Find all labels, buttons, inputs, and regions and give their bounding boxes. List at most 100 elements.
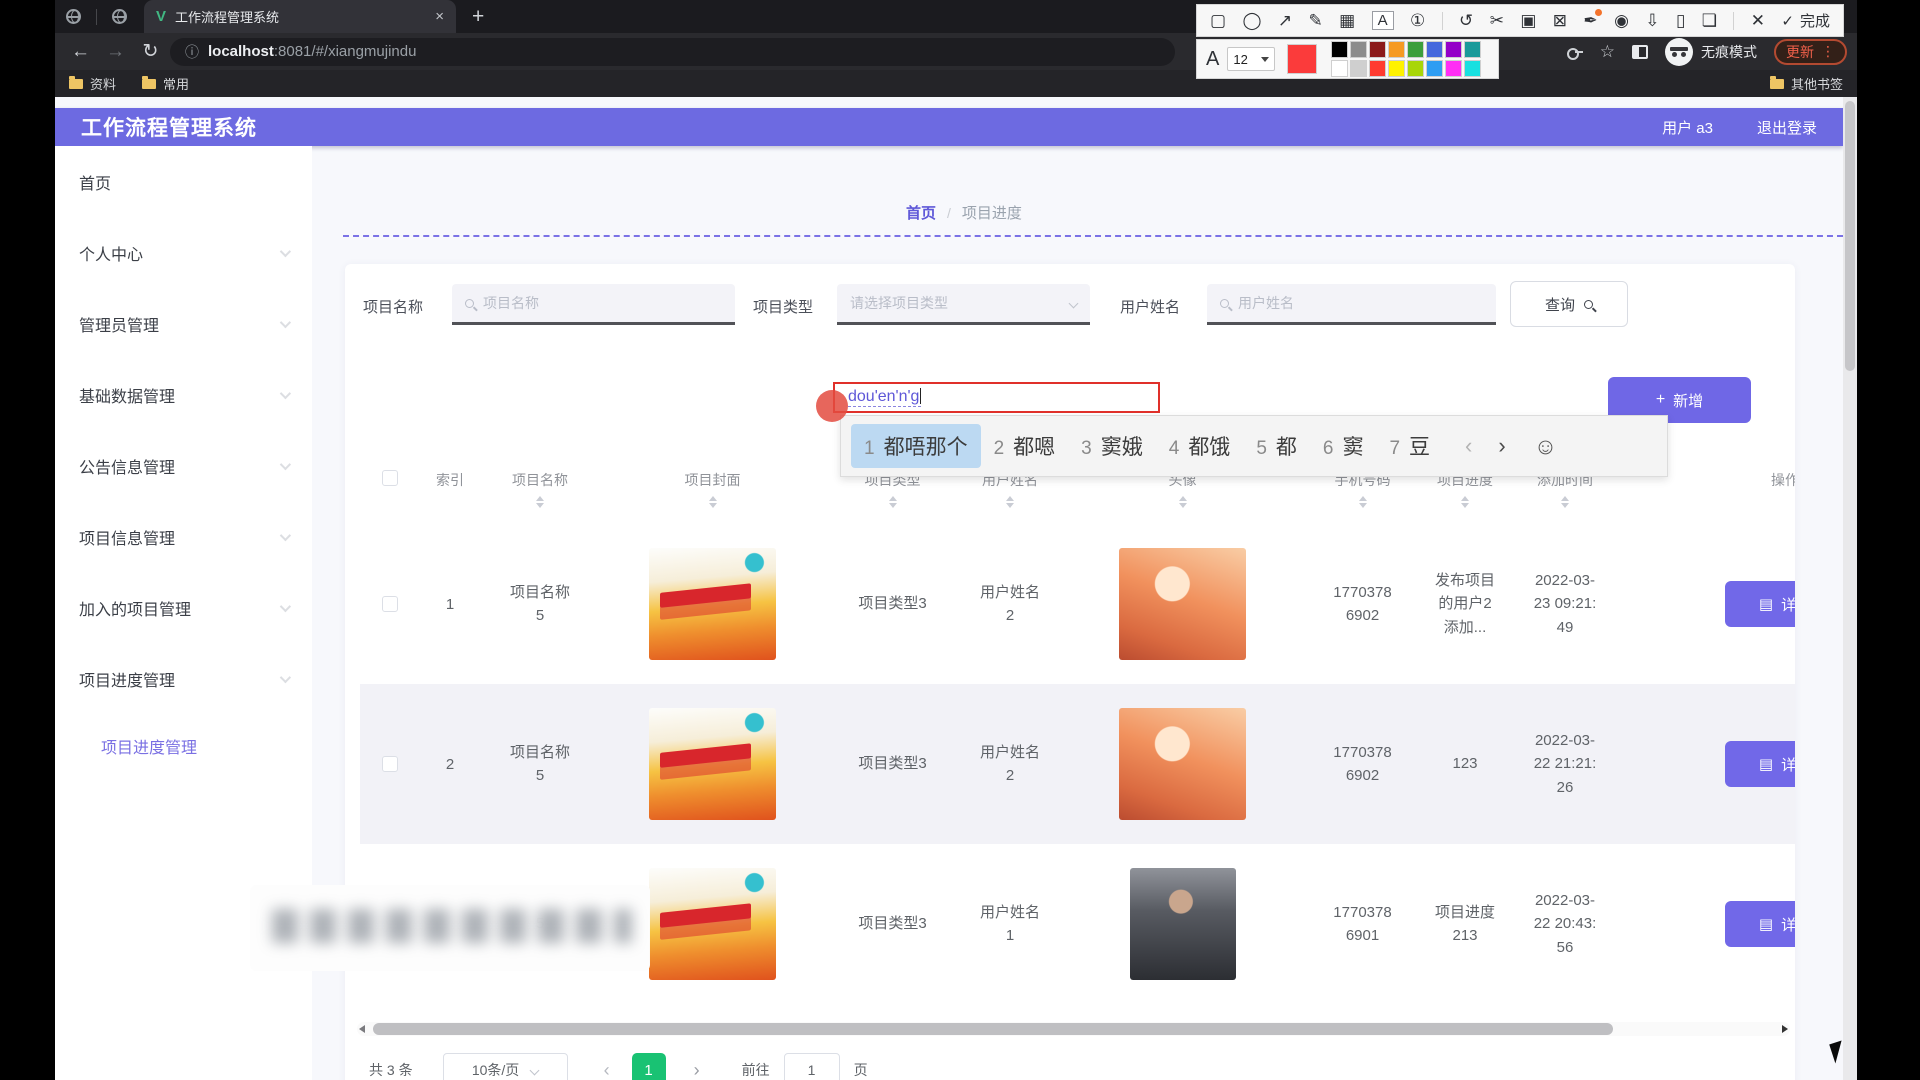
undo-tool[interactable]: ↺ xyxy=(1459,12,1473,29)
palette-color[interactable] xyxy=(1350,60,1367,77)
palette-color[interactable] xyxy=(1369,41,1386,58)
sidebar-subitem-project-progress-active[interactable]: 项目进度管理 xyxy=(55,714,312,778)
select-all-checkbox[interactable] xyxy=(382,470,398,486)
text-tool-selected[interactable]: A xyxy=(1372,11,1394,30)
tab-close-icon[interactable]: × xyxy=(435,8,444,25)
sidebar-item-home[interactable]: 首页 xyxy=(55,146,312,217)
password-key-icon[interactable] xyxy=(1567,48,1583,56)
goto-page-input[interactable]: 1 xyxy=(784,1053,840,1080)
new-tab-button[interactable]: + xyxy=(472,5,484,29)
bookmark-folder-changyong[interactable]: 常用 xyxy=(142,74,189,93)
update-button[interactable]: 更新 ⋮ xyxy=(1774,39,1847,65)
logout-link[interactable]: 退出登录 xyxy=(1757,117,1817,138)
forward-button[interactable]: → xyxy=(100,41,131,63)
palette-color[interactable] xyxy=(1445,60,1462,77)
col-header-name[interactable]: 项目名称 xyxy=(512,470,568,490)
scrollbar-thumb[interactable] xyxy=(373,1023,1613,1035)
row-checkbox[interactable] xyxy=(382,596,398,612)
region-select-tool[interactable]: ⊠ xyxy=(1553,12,1567,29)
palette-color[interactable] xyxy=(1388,41,1405,58)
rect-tool[interactable]: ▢ xyxy=(1210,12,1226,29)
page-size-select[interactable]: 10条/页 xyxy=(443,1053,568,1080)
ime-candidate[interactable]: 3窦娥 xyxy=(1068,424,1156,468)
sort-icon[interactable] xyxy=(1179,496,1187,508)
browser-menu-icon[interactable]: ⋮ xyxy=(1821,43,1835,60)
scissors-tool[interactable]: ✂ xyxy=(1490,12,1504,29)
step-number-tool[interactable]: ① xyxy=(1410,12,1425,29)
pinned-tab-2[interactable] xyxy=(101,0,138,33)
sidebar-item-admin-mgmt[interactable]: 管理员管理 xyxy=(55,288,312,359)
palette-color[interactable] xyxy=(1426,60,1443,77)
palette-color[interactable] xyxy=(1331,41,1348,58)
side-panel-icon[interactable] xyxy=(1632,45,1648,59)
scroll-left-icon[interactable] xyxy=(359,1025,365,1033)
arrow-tool[interactable]: ↗ xyxy=(1278,12,1292,29)
vertical-scrollbar[interactable] xyxy=(1843,97,1857,1080)
current-page-button[interactable]: 1 xyxy=(632,1053,666,1080)
col-header-index[interactable]: 索引 xyxy=(436,470,464,490)
prev-page-button[interactable]: ‹ xyxy=(604,1060,610,1080)
horizontal-scrollbar[interactable] xyxy=(357,1022,1790,1036)
palette-color[interactable] xyxy=(1464,41,1481,58)
url-bar[interactable]: ⓘ localhost:8081/#/xiangmujindu xyxy=(170,38,1175,66)
pen-tool[interactable]: ✎ xyxy=(1309,12,1323,29)
profile-chip[interactable]: 无痕模式 xyxy=(1665,38,1757,66)
bookmark-star-icon[interactable]: ☆ xyxy=(1600,42,1615,62)
col-header-cover[interactable]: 项目封面 xyxy=(685,470,741,490)
sidebar-item-personal-center[interactable]: 个人中心 xyxy=(55,217,312,288)
detail-button[interactable]: ▤详情 xyxy=(1725,741,1795,787)
sidebar-item-project-progress[interactable]: 项目进度管理 xyxy=(55,643,312,714)
detail-button[interactable]: ▤详情 xyxy=(1725,901,1795,947)
ime-candidate[interactable]: 1都唔那个 xyxy=(851,424,981,468)
project-name-input[interactable]: 项目名称 xyxy=(452,284,735,325)
ime-candidate[interactable]: 5都 xyxy=(1243,424,1310,468)
project-type-select[interactable]: 请选择项目类型 xyxy=(837,284,1090,325)
sidebar-item-project-info[interactable]: 项目信息管理 xyxy=(55,501,312,572)
palette-color[interactable] xyxy=(1388,60,1405,77)
ellipse-tool[interactable]: ◯ xyxy=(1242,12,1261,29)
bookmark-folder-ziliao[interactable]: 资料 xyxy=(69,74,116,93)
reload-button[interactable]: ↻ xyxy=(135,40,166,63)
sort-icon[interactable] xyxy=(1359,496,1367,508)
palette-color[interactable] xyxy=(1426,41,1443,58)
ime-candidate[interactable]: 4都饿 xyxy=(1156,424,1244,468)
detail-button[interactable]: ▤详情 xyxy=(1725,581,1795,627)
pin-tool[interactable]: ✒ xyxy=(1583,12,1597,29)
sidebar-item-announcement[interactable]: 公告信息管理 xyxy=(55,430,312,501)
emoji-icon[interactable]: ☺ xyxy=(1534,433,1557,460)
ime-candidate[interactable]: 2都嗯 xyxy=(981,424,1069,468)
palette-color[interactable] xyxy=(1331,60,1348,77)
pinned-tab-1[interactable] xyxy=(55,0,92,33)
sort-icon[interactable] xyxy=(1461,496,1469,508)
palette-color[interactable] xyxy=(1464,60,1481,77)
other-bookmarks[interactable]: 其他书签 xyxy=(1770,74,1843,93)
font-size-select[interactable]: 12 xyxy=(1227,47,1275,71)
query-button[interactable]: 查询 xyxy=(1510,281,1628,327)
scroll-right-icon[interactable] xyxy=(1782,1025,1788,1033)
user-name-input[interactable]: 用户姓名 xyxy=(1207,284,1496,325)
sort-icon[interactable] xyxy=(1561,496,1569,508)
bookmark-tool[interactable]: ❏ xyxy=(1702,12,1717,29)
palette-color[interactable] xyxy=(1369,60,1386,77)
translate-tool[interactable]: ▣ xyxy=(1520,12,1536,29)
done-button[interactable]: ✓ 完成 xyxy=(1781,10,1830,31)
palette-color[interactable] xyxy=(1445,41,1462,58)
sort-icon[interactable] xyxy=(889,496,897,508)
palette-color[interactable] xyxy=(1350,41,1367,58)
site-info-icon[interactable]: ⓘ xyxy=(185,42,199,62)
sidebar-item-joined-projects[interactable]: 加入的项目管理 xyxy=(55,572,312,643)
sort-icon[interactable] xyxy=(1006,496,1014,508)
scrollbar-thumb[interactable] xyxy=(1845,101,1855,371)
back-button[interactable]: ← xyxy=(65,41,96,63)
ime-next-page-icon[interactable]: › xyxy=(1498,433,1505,459)
sort-icon[interactable] xyxy=(536,496,544,508)
palette-color[interactable] xyxy=(1407,41,1424,58)
record-tool[interactable]: ◉ xyxy=(1614,12,1629,29)
ime-candidate[interactable]: 7豆 xyxy=(1376,424,1443,468)
next-page-button[interactable]: › xyxy=(694,1060,700,1080)
ime-candidate[interactable]: 6窦 xyxy=(1310,424,1377,468)
row-checkbox[interactable] xyxy=(382,756,398,772)
active-tab[interactable]: V 工作流程管理系统 × xyxy=(144,0,456,33)
mosaic-tool[interactable]: ▦ xyxy=(1339,12,1355,29)
cancel-tool[interactable]: ✕ xyxy=(1751,12,1765,29)
